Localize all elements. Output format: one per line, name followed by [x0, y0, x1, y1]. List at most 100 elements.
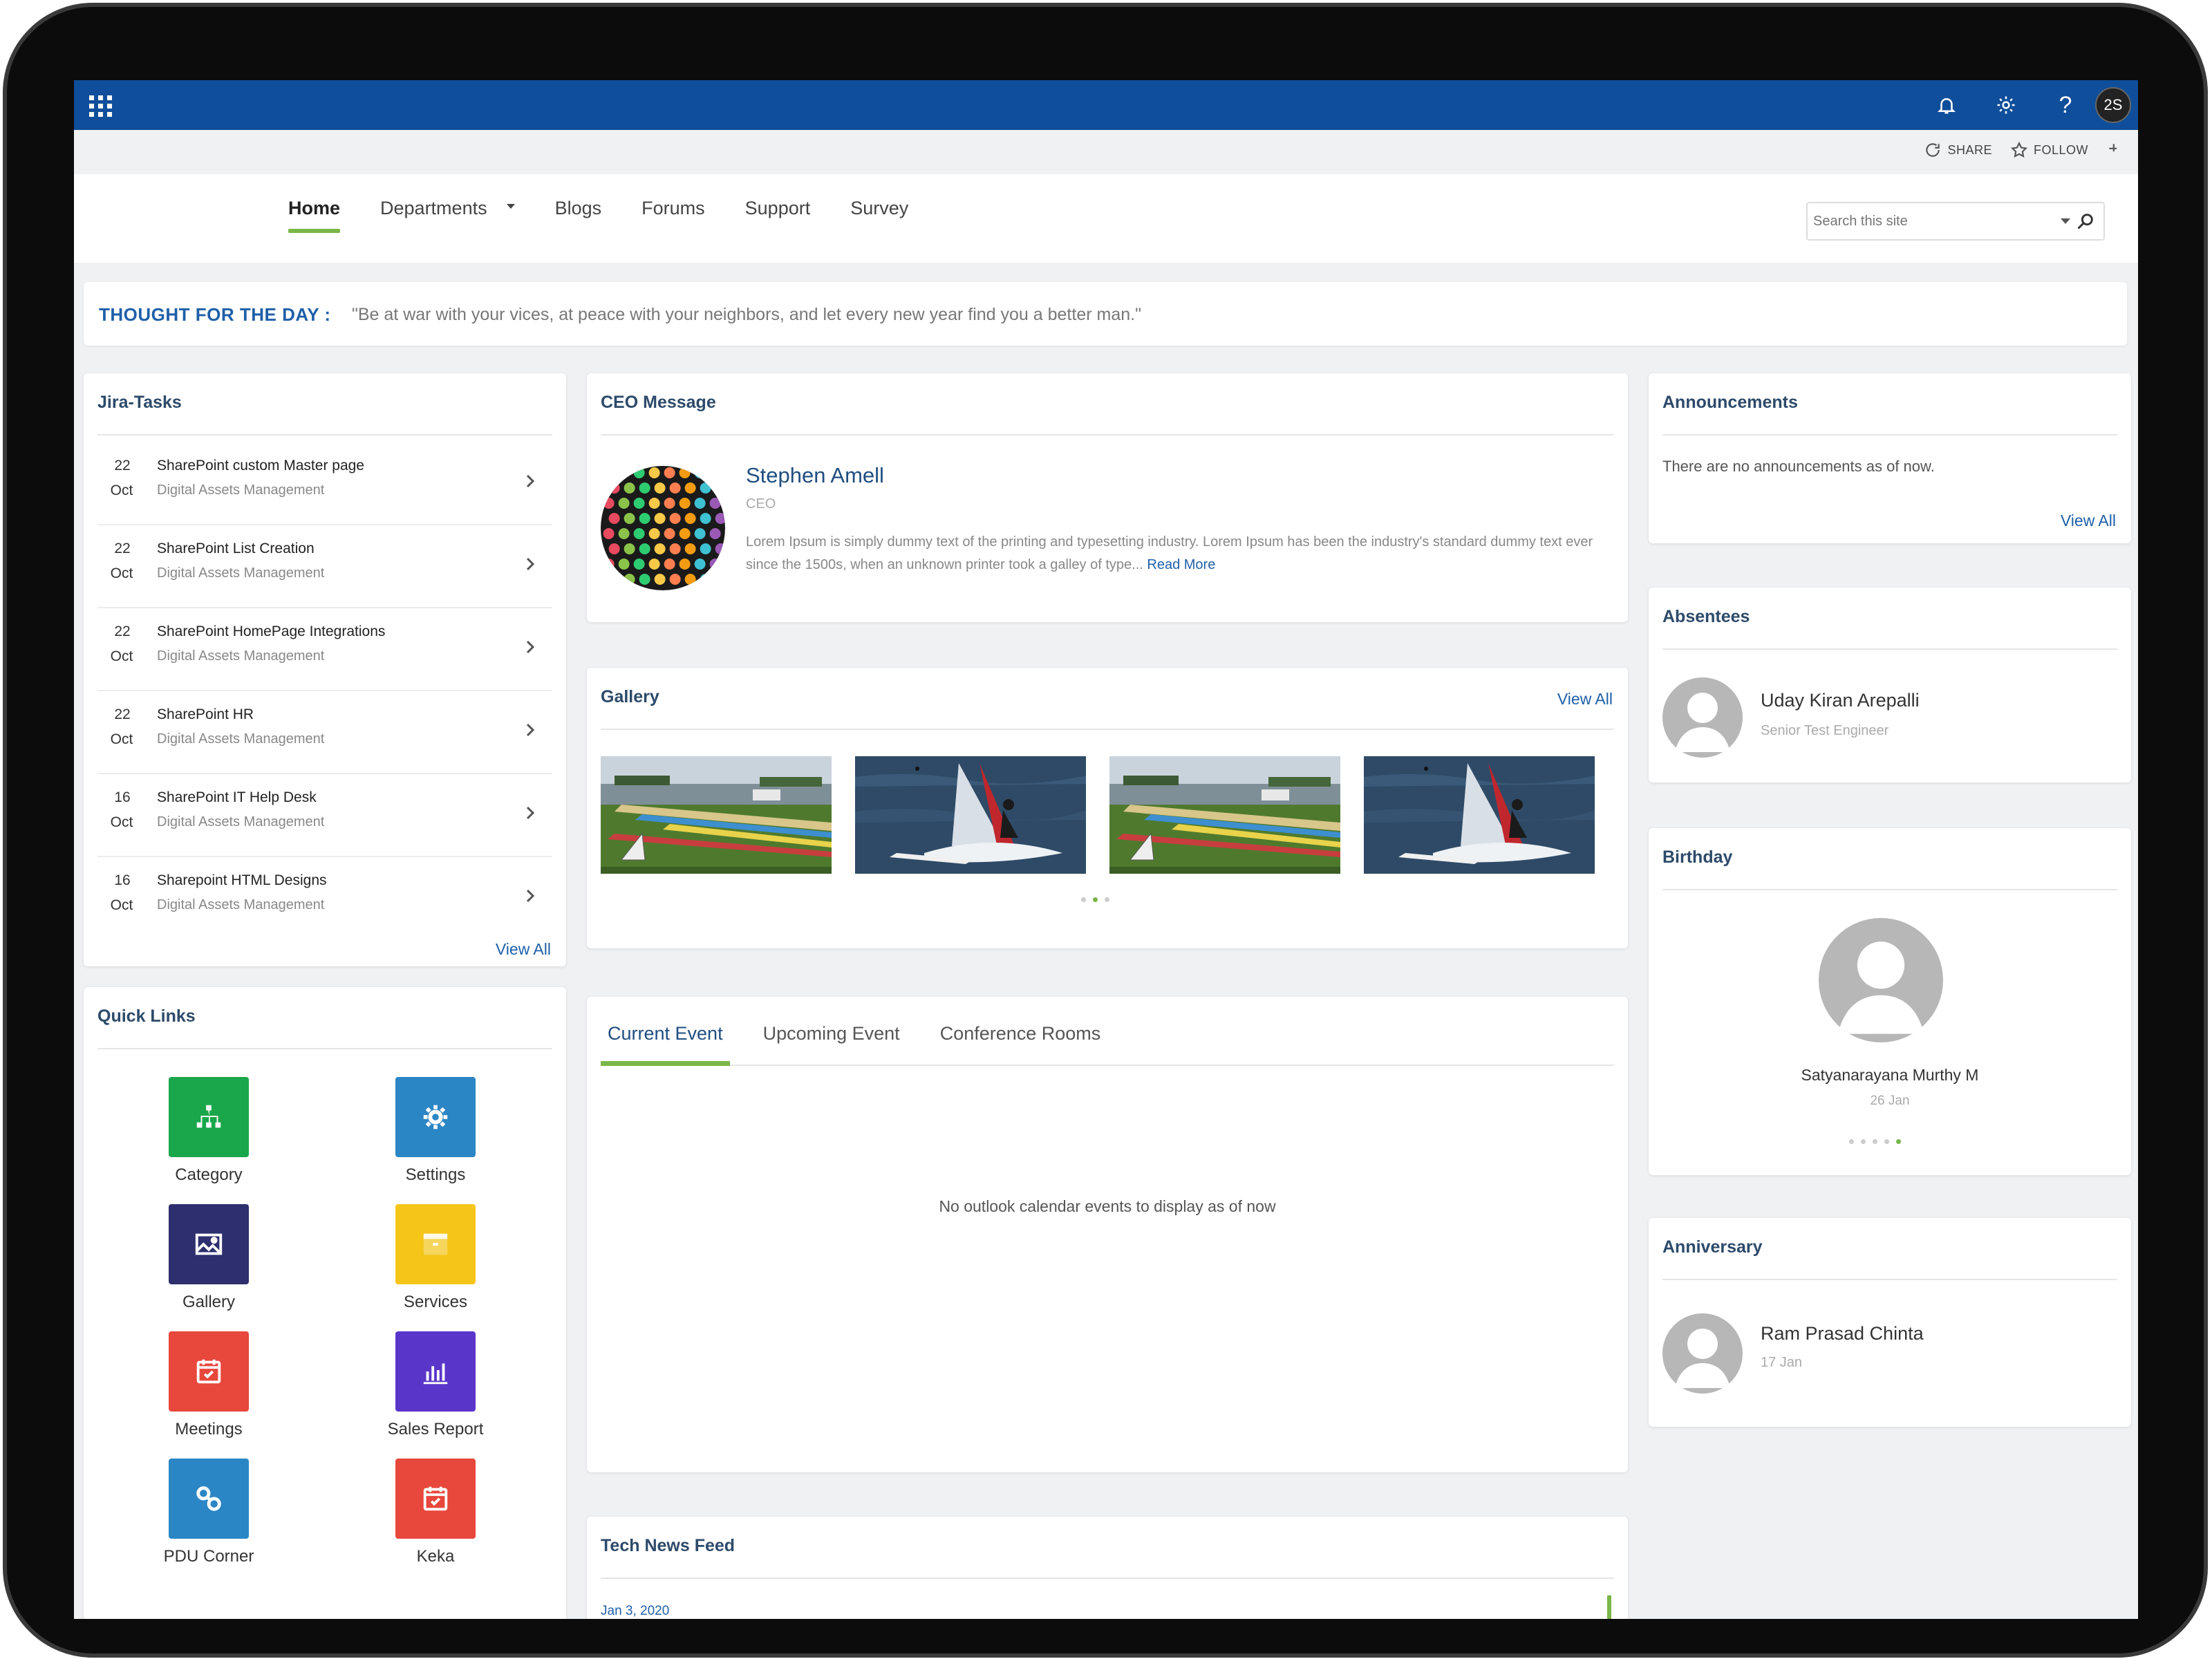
chevron-right-icon[interactable] — [522, 719, 538, 741]
task-row[interactable]: 22 Oct SharePoint HomePage Integrations Dig… — [97, 608, 552, 691]
nav-blogs[interactable]: Blogs — [555, 198, 602, 233]
task-title: Sharepoint HTML Designs — [157, 872, 327, 888]
ceo-role: CEO — [746, 496, 776, 512]
anniversary-date: 17 Jan — [1761, 1355, 1803, 1370]
avatar — [1819, 918, 1943, 1042]
absentee-role: Senior Test Engineer — [1761, 723, 1889, 738]
notification-bell-icon[interactable] — [1917, 80, 1976, 130]
tech-news-card: Tech News Feed Jan 3, 2020 — [587, 1517, 1628, 1619]
beach-boards-image[interactable] — [601, 756, 832, 874]
task-month: Oct — [110, 897, 133, 913]
tab-upcoming-event[interactable]: Upcoming Event — [756, 997, 907, 1065]
quick-link-category[interactable]: Category — [129, 1077, 288, 1194]
chevron-right-icon[interactable] — [522, 802, 538, 824]
task-project: Digital Assets Management — [157, 814, 325, 830]
pager-dot[interactable] — [1093, 897, 1098, 902]
chevron-right-icon[interactable] — [522, 636, 538, 658]
settings-gear-icon[interactable] — [1976, 80, 2036, 130]
quick-link-meetings[interactable]: Meetings — [129, 1331, 288, 1449]
gallery-pager — [1081, 897, 1109, 902]
tab-current-event[interactable]: Current Event — [601, 997, 730, 1066]
quick-link-label: Settings — [405, 1165, 466, 1184]
quick-link-label: Services — [403, 1293, 468, 1311]
pager-dot[interactable] — [1896, 1139, 1901, 1144]
task-title: SharePoint IT Help Desk — [157, 789, 317, 805]
quick-link-pdu-corner[interactable]: PDU Corner — [129, 1459, 288, 1576]
announcements-view-all-link[interactable]: View All — [2061, 512, 2116, 530]
ceo-message-text: Lorem Ipsum is simply dummy text of the … — [746, 534, 1593, 572]
quick-link-label: Sales Report — [387, 1420, 484, 1438]
quick-link-label: Meetings — [175, 1420, 243, 1438]
windsurfer-image[interactable] — [855, 756, 1086, 874]
birthday-date: 26 Jan — [1870, 1094, 1910, 1108]
gallery-card: Gallery View All — [587, 668, 1628, 948]
task-row[interactable]: 22 Oct SharePoint custom Master page Digita… — [97, 442, 552, 525]
nav-support[interactable]: Support — [745, 198, 811, 233]
absentee-name: Uday Kiran Arepalli — [1761, 690, 1920, 711]
focus-content-icon[interactable] — [2106, 141, 2124, 159]
task-row[interactable]: 16 Oct Sharepoint HTML Designs Digital Asse… — [97, 857, 552, 940]
pager-dot[interactable] — [1105, 897, 1109, 902]
thought-for-the-day: THOUGHT FOR THE DAY : "Be at war with yo… — [84, 282, 2127, 346]
task-day: 16 — [114, 789, 131, 805]
task-row[interactable]: 22 Oct SharePoint List Creation Digital Ass… — [97, 525, 552, 608]
tab-conference-rooms[interactable]: Conference Rooms — [933, 997, 1108, 1065]
quick-links-card: Quick Links Category Settings Gallery Servi… — [84, 987, 566, 1619]
user-avatar[interactable]: 2S — [2095, 87, 2131, 123]
jira-tasks-card: Jira-Tasks 22 Oct SharePoint custom Master… — [84, 373, 566, 966]
search-scope-dropdown-icon[interactable] — [2061, 218, 2070, 224]
windsurfer-image[interactable] — [1364, 756, 1595, 874]
help-icon[interactable]: ? — [2036, 80, 2095, 130]
task-month: Oct — [110, 565, 133, 581]
chevron-right-icon[interactable] — [522, 553, 538, 575]
beach-boards-image[interactable] — [1109, 756, 1340, 874]
share-button[interactable]: SHARE — [1924, 141, 1992, 159]
task-month: Oct — [110, 648, 133, 664]
task-row[interactable]: 16 Oct SharePoint IT Help Desk Digital Asse… — [97, 774, 552, 857]
quick-link-keka[interactable]: Keka — [356, 1459, 515, 1576]
anniversary-card: Anniversary Ram Prasad Chinta 17 Jan — [1649, 1218, 2131, 1427]
pager-dot[interactable] — [1873, 1139, 1877, 1144]
task-title: SharePoint HR — [157, 706, 254, 722]
top-navigation: Home Departments Blogs Forums Support Su… — [74, 174, 2138, 263]
nav-home[interactable]: Home — [288, 198, 341, 233]
calendar-check-icon — [395, 1459, 476, 1539]
task-title: SharePoint HomePage Integrations — [157, 624, 386, 639]
app-launcher-icon[interactable] — [85, 91, 113, 119]
search-input[interactable] — [1813, 209, 2048, 234]
pager-dot[interactable] — [1081, 897, 1086, 902]
task-row[interactable]: 22 Oct SharePoint HR Digital Assets Managem… — [97, 691, 552, 774]
search-icon[interactable] — [2076, 212, 2095, 231]
chevron-right-icon[interactable] — [522, 470, 538, 492]
nav-departments[interactable]: Departments — [380, 198, 515, 233]
nav-forums[interactable]: Forums — [641, 198, 705, 233]
pager-dot[interactable] — [1884, 1139, 1889, 1144]
events-card: Current Event Upcoming Event Conference … — [587, 997, 1628, 1472]
card-title: Jira-Tasks — [97, 393, 182, 412]
card-title: Gallery — [601, 687, 659, 706]
avatar — [1662, 677, 1743, 758]
birthday-pager — [1849, 1139, 1901, 1144]
quick-link-services[interactable]: Services — [356, 1204, 515, 1322]
card-title: Birthday — [1662, 847, 1733, 867]
news-scrollbar[interactable] — [1607, 1595, 1611, 1619]
nav-survey[interactable]: Survey — [850, 198, 908, 233]
event-tabs: Current Event Upcoming Event Conference … — [601, 997, 1614, 1066]
site-search — [1806, 202, 2105, 241]
suite-actions: ? 2S — [1917, 80, 2138, 130]
read-more-link[interactable]: Read More — [1147, 557, 1215, 572]
box-icon — [395, 1204, 476, 1284]
quick-link-gallery[interactable]: Gallery — [129, 1204, 288, 1322]
quick-link-label: Keka — [416, 1547, 455, 1566]
pager-dot[interactable] — [1849, 1139, 1854, 1144]
gallery-view-all-link[interactable]: View All — [1557, 690, 1613, 709]
share-icon — [1926, 143, 1940, 157]
jira-view-all-link[interactable]: View All — [496, 940, 551, 959]
quick-link-settings[interactable]: Settings — [356, 1077, 515, 1194]
pager-dot[interactable] — [1861, 1139, 1866, 1144]
thought-label: THOUGHT FOR THE DAY : — [99, 304, 331, 325]
quick-link-sales-report[interactable]: Sales Report — [356, 1331, 515, 1449]
task-day: 16 — [114, 872, 131, 888]
chevron-right-icon[interactable] — [522, 885, 538, 907]
follow-button[interactable]: FOLLOW — [2010, 141, 2088, 159]
